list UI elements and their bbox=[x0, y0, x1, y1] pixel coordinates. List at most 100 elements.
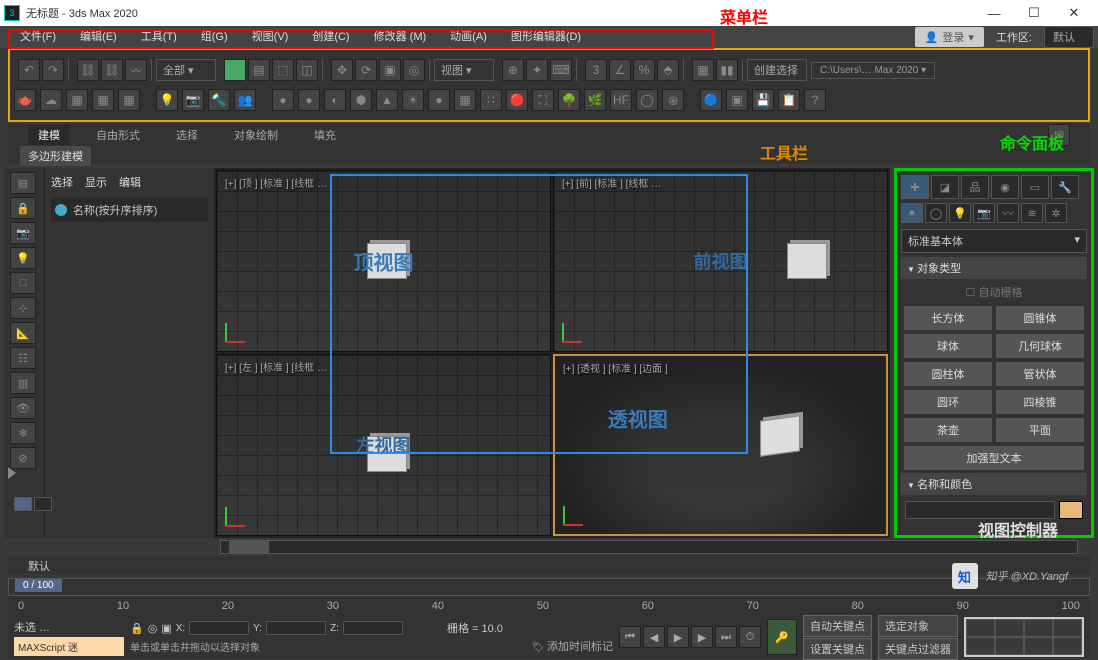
pan-icon[interactable] bbox=[966, 637, 995, 655]
lock-selection-icon[interactable]: 🔒 bbox=[130, 622, 144, 635]
ribbon-tab-modeling[interactable]: 建模 bbox=[28, 125, 70, 145]
menu-group[interactable]: 组(G) bbox=[189, 26, 240, 48]
geometry-tool-icon[interactable]: □ bbox=[10, 272, 36, 294]
scroll-indicator-icon[interactable] bbox=[8, 467, 16, 479]
cmd-tab-hierarchy[interactable]: 品 bbox=[961, 175, 989, 199]
orbit-icon[interactable] bbox=[1024, 637, 1053, 655]
cmd-sub-geometry[interactable]: ● bbox=[901, 203, 923, 223]
material-1-icon[interactable]: ● bbox=[272, 89, 294, 111]
maxscript-listener[interactable]: MAXScript 迷 bbox=[14, 637, 124, 656]
cmd-sub-helpers[interactable]: 〰 bbox=[997, 203, 1019, 223]
layer-default[interactable]: 默认 bbox=[8, 556, 1090, 574]
camera-tool-icon[interactable]: 📷 bbox=[10, 222, 36, 244]
display-icon[interactable]: 👁 bbox=[10, 397, 36, 419]
material-4-icon[interactable]: ⬢ bbox=[350, 89, 372, 111]
time-indicator[interactable]: 0 / 100 bbox=[15, 579, 62, 592]
redo-button[interactable]: ↷ bbox=[42, 59, 64, 81]
coord-x-input[interactable] bbox=[189, 621, 249, 635]
obj-pyramid-button[interactable]: 四棱锥 bbox=[995, 389, 1085, 415]
prev-frame-button[interactable]: ◀ bbox=[643, 626, 665, 648]
zoom-all-icon[interactable] bbox=[995, 619, 1024, 637]
viewport-top[interactable]: [+] [顶 ] [标准 ] [线框 … 顶视图 bbox=[216, 170, 551, 352]
helper-tool-icon[interactable]: ⊹ bbox=[10, 297, 36, 319]
teapot-icon[interactable]: 🫖 bbox=[14, 89, 36, 111]
light-spot-icon[interactable]: 🔦 bbox=[208, 89, 230, 111]
time-ruler[interactable]: 01020 304050 607080 90100 bbox=[8, 596, 1090, 616]
snap-toggle-button[interactable]: 3 bbox=[585, 59, 607, 81]
sel-lock-icon[interactable]: ▣ bbox=[161, 622, 171, 635]
select-rect-button[interactable]: ⬚ bbox=[272, 59, 294, 81]
light-omni-icon[interactable]: 💡 bbox=[156, 89, 178, 111]
set-key-button[interactable]: 🔑 bbox=[767, 619, 797, 655]
cmd-sub-spacewarps[interactable]: ≋ bbox=[1021, 203, 1043, 223]
camera-icon[interactable]: 📷 bbox=[182, 89, 204, 111]
minimize-button[interactable]: — bbox=[974, 1, 1014, 25]
percent-snap-button[interactable]: % bbox=[633, 59, 655, 81]
auto-key-button[interactable]: 自动关键点 bbox=[803, 615, 872, 637]
selection-filter-dropdown[interactable]: 全部 ▾ bbox=[156, 59, 216, 81]
key-filters-button[interactable]: 关键点过滤器 bbox=[878, 638, 958, 660]
manipulate-button[interactable]: ✦ bbox=[526, 59, 548, 81]
biped-icon[interactable]: 👥 bbox=[234, 89, 256, 111]
layer-icon[interactable]: ▣ bbox=[726, 89, 748, 111]
rotate-button[interactable]: ⟳ bbox=[355, 59, 377, 81]
time-config-button[interactable]: ⏱ bbox=[739, 626, 761, 648]
obj-plane-button[interactable]: 平面 bbox=[995, 417, 1085, 443]
menu-views[interactable]: 视图(V) bbox=[240, 26, 301, 48]
scene-tab-display[interactable]: 显示 bbox=[85, 174, 107, 190]
help-icon[interactable]: ? bbox=[804, 89, 826, 111]
workspace-dropdown[interactable]: 默认 bbox=[1044, 26, 1094, 48]
goto-end-button[interactable]: ⏭ bbox=[715, 626, 737, 648]
rollout-object-type[interactable]: 对象类型 bbox=[901, 257, 1087, 279]
cloud-icon[interactable]: ☁ bbox=[40, 89, 62, 111]
viewport-nav-controls[interactable] bbox=[964, 617, 1084, 657]
rollout-name-color[interactable]: 名称和颜色 bbox=[901, 473, 1087, 495]
cone-icon[interactable]: ▲ bbox=[376, 89, 398, 111]
viewport-left[interactable]: [+] [左 ] [标准 ] [线框 … 左视图 bbox=[216, 354, 551, 536]
grass-icon[interactable]: 🌿 bbox=[584, 89, 606, 111]
obj-box-button[interactable]: 长方体 bbox=[903, 305, 993, 331]
subribbon-poly-modeling[interactable]: 多边形建模 bbox=[20, 146, 91, 166]
viewport-left-label[interactable]: [+] [左 ] [标准 ] [线框 … bbox=[225, 359, 327, 374]
coord-z-input[interactable] bbox=[343, 621, 403, 635]
object-color-swatch[interactable] bbox=[1059, 501, 1083, 519]
keyboard-shortcut-button[interactable]: ⌨ bbox=[550, 59, 572, 81]
material-3-icon[interactable]: ◐ bbox=[324, 89, 346, 111]
viewport-perspective[interactable]: [+] [透视 ] [标准 ] [边面 ] 透视图 bbox=[553, 354, 888, 536]
move-button[interactable]: ✥ bbox=[331, 59, 353, 81]
select-by-name-button[interactable]: ▤ bbox=[248, 59, 270, 81]
selected-filter[interactable]: 选定对象 bbox=[878, 615, 958, 637]
viewport-top-label[interactable]: [+] [顶 ] [标准 ] [线框 … bbox=[225, 175, 327, 190]
ribbon-tab-freeform[interactable]: 自由形式 bbox=[86, 125, 150, 145]
cmd-tab-utilities[interactable]: 🔧 bbox=[1051, 175, 1079, 199]
primitive-category-dropdown[interactable]: 标准基本体▾ bbox=[901, 229, 1087, 253]
fov-icon[interactable] bbox=[1053, 619, 1082, 637]
script-icon[interactable]: 📋 bbox=[778, 89, 800, 111]
link-button[interactable]: ⛓ bbox=[77, 59, 99, 81]
scene-explorer-icon[interactable]: ▤ bbox=[10, 172, 36, 194]
sun-icon[interactable]: ☀ bbox=[402, 89, 424, 111]
name-sort-row[interactable]: 名称(按升序排序) bbox=[51, 198, 208, 222]
menu-file[interactable]: 文件(F) bbox=[8, 26, 68, 48]
circle-icon[interactable]: ◯ bbox=[636, 89, 658, 111]
walk-icon[interactable] bbox=[995, 637, 1024, 655]
login-button[interactable]: 👤登录▾ bbox=[915, 27, 984, 47]
spiral-icon[interactable]: ֍ bbox=[662, 89, 684, 111]
noise-icon[interactable]: ∷ bbox=[480, 89, 502, 111]
obj-torus-button[interactable]: 圆环 bbox=[903, 389, 993, 415]
ribbon-tab-objpaint[interactable]: 对象绘制 bbox=[224, 125, 288, 145]
maximize-button[interactable]: ☐ bbox=[1014, 1, 1054, 25]
goto-start-button[interactable]: ⏮ bbox=[619, 626, 641, 648]
render-button[interactable]: ▦ bbox=[118, 89, 140, 111]
zoom-extents-icon[interactable] bbox=[1024, 619, 1053, 637]
scale-button[interactable]: ▣ bbox=[379, 59, 401, 81]
sphere-mat-icon[interactable]: ● bbox=[428, 89, 450, 111]
cmd-tab-create[interactable]: ✚ bbox=[901, 175, 929, 199]
coord-y-input[interactable] bbox=[266, 621, 326, 635]
ref-coord-dropdown[interactable]: 视图 ▾ bbox=[434, 59, 494, 81]
select-object-button[interactable]: ▯ bbox=[224, 59, 246, 81]
placement-button[interactable]: ◎ bbox=[403, 59, 425, 81]
planet-icon[interactable]: 🔴 bbox=[506, 89, 528, 111]
scene-tab-edit[interactable]: 编辑 bbox=[119, 174, 141, 190]
material-2-icon[interactable]: ● bbox=[298, 89, 320, 111]
